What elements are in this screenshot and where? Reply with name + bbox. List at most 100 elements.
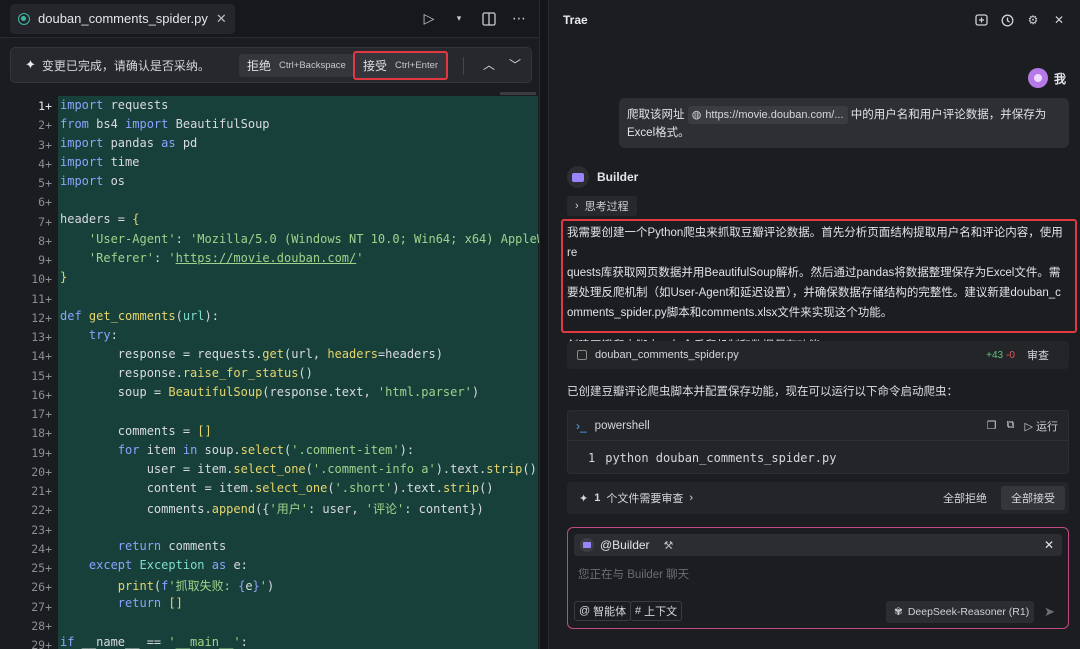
line-number: 6+ <box>38 195 52 210</box>
code-line: except Exception as e: <box>88 558 248 572</box>
review-message: 变更已完成，请确认是否采纳。 <box>41 58 210 73</box>
code-line: try: <box>88 328 118 342</box>
model-selector[interactable]: ✾ DeepSeek-Reasoner (R1) <box>886 601 1034 623</box>
chevron-down-icon[interactable]: ﹀ <box>509 56 521 73</box>
changed-file-row[interactable]: douban_comments_spider.py +43 -0 审查 <box>567 341 1069 369</box>
line-number: 20+ <box>31 464 52 479</box>
bot-name: Builder <box>597 170 639 184</box>
code-line: return [] <box>117 596 183 610</box>
code-line: import time <box>60 155 140 169</box>
command-line: 1 python douban_comments_spider.py <box>588 451 836 465</box>
reject-button[interactable]: 拒绝 Ctrl+Backspace <box>239 54 354 77</box>
referer-url-link[interactable]: https://movie.douban.com/ <box>176 251 357 265</box>
chat-input-box[interactable]: @Builder ⚒ ✕ 您正在与 Builder 聊天 @ 智能体 # 上下文 ✾… <box>567 527 1069 629</box>
answer-text: quests库获取网页数据并用BeautifulSoup解析。然后通过panda… <box>567 267 1061 279</box>
user-header: 我 <box>1027 68 1066 88</box>
builder-avatar-icon <box>580 538 594 552</box>
chat-input-placeholder[interactable]: 您正在与 Builder 聊天 <box>578 566 689 582</box>
more-icon[interactable]: ⋯ <box>511 10 527 27</box>
code-line: } <box>60 270 68 284</box>
code-line: content = item.select_one('.short').text… <box>60 481 494 495</box>
copy-icon[interactable]: ❐ <box>987 419 997 432</box>
user-message-text: 爬取该网址 <box>627 109 685 121</box>
code-line: def get_comments(url): <box>60 309 219 323</box>
python-file-icon <box>18 12 30 25</box>
run-command-button[interactable]: ▷ 运行 <box>1024 418 1058 434</box>
line-number: 9+ <box>38 253 52 267</box>
model-name: DeepSeek-Reasoner (R1) <box>907 606 1030 618</box>
agent-pill[interactable]: @ 智能体 <box>574 601 632 621</box>
mention-tag[interactable]: @Builder <box>600 538 650 552</box>
line-number: 21+ <box>31 484 52 498</box>
line-number: 19+ <box>31 445 52 460</box>
scroll-indicator <box>500 92 536 95</box>
code-line: user = item.select_one('.comment-info a'… <box>60 462 537 476</box>
lines-added: +43 <box>986 349 1004 361</box>
code-line: import os <box>60 174 126 188</box>
code-line: headers = { <box>60 212 140 226</box>
review-file-button[interactable]: 审查 <box>1027 347 1049 363</box>
code-line: import requests <box>60 98 169 112</box>
model-icon: ✾ <box>894 606 903 618</box>
pending-review-bar: ✦ 1 个文件需要审查 › 全部拒绝 全部接受 <box>567 482 1069 514</box>
code-line: return comments <box>117 539 227 553</box>
ide-window: douban_comments_spider.py ✕ ▷ ▾ ⋯ ✦ 变更已完… <box>0 0 1080 649</box>
code-area[interactable]: 1+ 2+ 3+ 4+ 5+ 6+ 7+ 8+ 9+ 10+ 11+ 12+ 13+ 14+ 15+ 16+ 1… <box>0 96 539 649</box>
line-number: 22+ <box>31 503 52 518</box>
user-message: 爬取该网址 ◍ https://movie.douban.com/... 中的用户… <box>619 98 1069 148</box>
line-number: 29+ <box>31 638 52 649</box>
close-tab-icon[interactable]: ✕ <box>216 11 227 27</box>
url-chip[interactable]: ◍ https://movie.douban.com/... <box>687 106 848 124</box>
divider <box>463 57 464 75</box>
agent-pill-label: 智能体 <box>593 606 627 618</box>
code-line: from bs4 import BeautifulSoup <box>60 117 270 131</box>
command-line-number: 1 <box>588 451 596 465</box>
line-number: 1+ <box>38 99 52 113</box>
gear-icon[interactable]: ⚙ <box>1026 13 1040 27</box>
line-number: 3+ <box>38 137 52 152</box>
url-chip-text: https://movie.douban.com/... <box>705 109 844 121</box>
split-editor-icon[interactable] <box>481 11 497 27</box>
chevron-right-icon[interactable]: › <box>689 492 693 504</box>
context-pill[interactable]: # 上下文 <box>630 601 683 621</box>
close-icon[interactable]: ✕ <box>1044 538 1054 552</box>
thinking-toggle[interactable]: › 思考过程 <box>567 196 637 216</box>
line-number: 15+ <box>31 368 52 383</box>
code-line: comments = [] <box>60 424 212 438</box>
code-line: 'Referer': 'https://movie.douban.com/' <box>88 251 364 265</box>
bot-answer: 我需要创建一个Python爬虫来抓取豆瓣评论数据。首先分析页面结构提取用户名和评… <box>561 219 1077 352</box>
chevron-down-icon[interactable]: ▾ <box>451 11 467 27</box>
line-number: 25+ <box>31 561 52 575</box>
reject-all-button[interactable]: 全部拒绝 <box>943 490 987 506</box>
mention-bar: @Builder ⚒ ✕ <box>574 534 1062 556</box>
insert-terminal-icon[interactable]: ⧉ <box>1007 419 1015 432</box>
line-number: 4+ <box>38 156 52 171</box>
accept-all-button[interactable]: 全部接受 <box>1001 486 1065 510</box>
tool-icon[interactable]: ⚒ <box>664 539 674 552</box>
answer-text: 我需要创建一个Python爬虫来抓取豆瓣评论数据。首先分析页面结构提取用户名和评… <box>567 227 1063 259</box>
reject-shortcut: Ctrl+Backspace <box>279 60 346 71</box>
close-icon[interactable]: ✕ <box>1052 13 1066 27</box>
code-line: comments.append({'用户': user, '评论': conte… <box>60 502 484 516</box>
line-number: 8+ <box>38 233 52 248</box>
user-message-text: 中的用户名和用户评论数据，并保存为 <box>850 109 1047 121</box>
line-number: 26+ <box>31 580 52 595</box>
panel-header-actions: ⚙ ✕ <box>974 13 1066 27</box>
code-line: response.raise_for_status() <box>60 366 313 380</box>
tab-douban-comments-spider[interactable]: douban_comments_spider.py ✕ <box>10 3 235 34</box>
run-icon[interactable]: ▷ <box>421 10 437 27</box>
command-text: python douban_comments_spider.py <box>605 451 837 465</box>
code-line: for item in soup.select('.comment-item')… <box>117 443 415 457</box>
line-number: 24+ <box>31 541 52 556</box>
user-message-text: Excel格式。 <box>627 127 690 139</box>
line-number: 17+ <box>31 407 52 421</box>
send-icon[interactable]: ➤ <box>1044 604 1055 620</box>
change-review-bar: ✦ 变更已完成，请确认是否采纳。 拒绝 Ctrl+Backspace 接受 Ct… <box>10 47 532 83</box>
new-chat-icon[interactable] <box>974 13 988 27</box>
accept-button[interactable]: 接受 Ctrl+Enter <box>353 51 449 80</box>
accept-shortcut: Ctrl+Enter <box>395 60 439 71</box>
chevron-up-icon[interactable]: ︿ <box>483 56 495 73</box>
tab-title: douban_comments_spider.py <box>38 11 208 26</box>
review-text[interactable]: 个文件需要审查 <box>606 490 683 506</box>
history-icon[interactable] <box>1000 13 1014 27</box>
